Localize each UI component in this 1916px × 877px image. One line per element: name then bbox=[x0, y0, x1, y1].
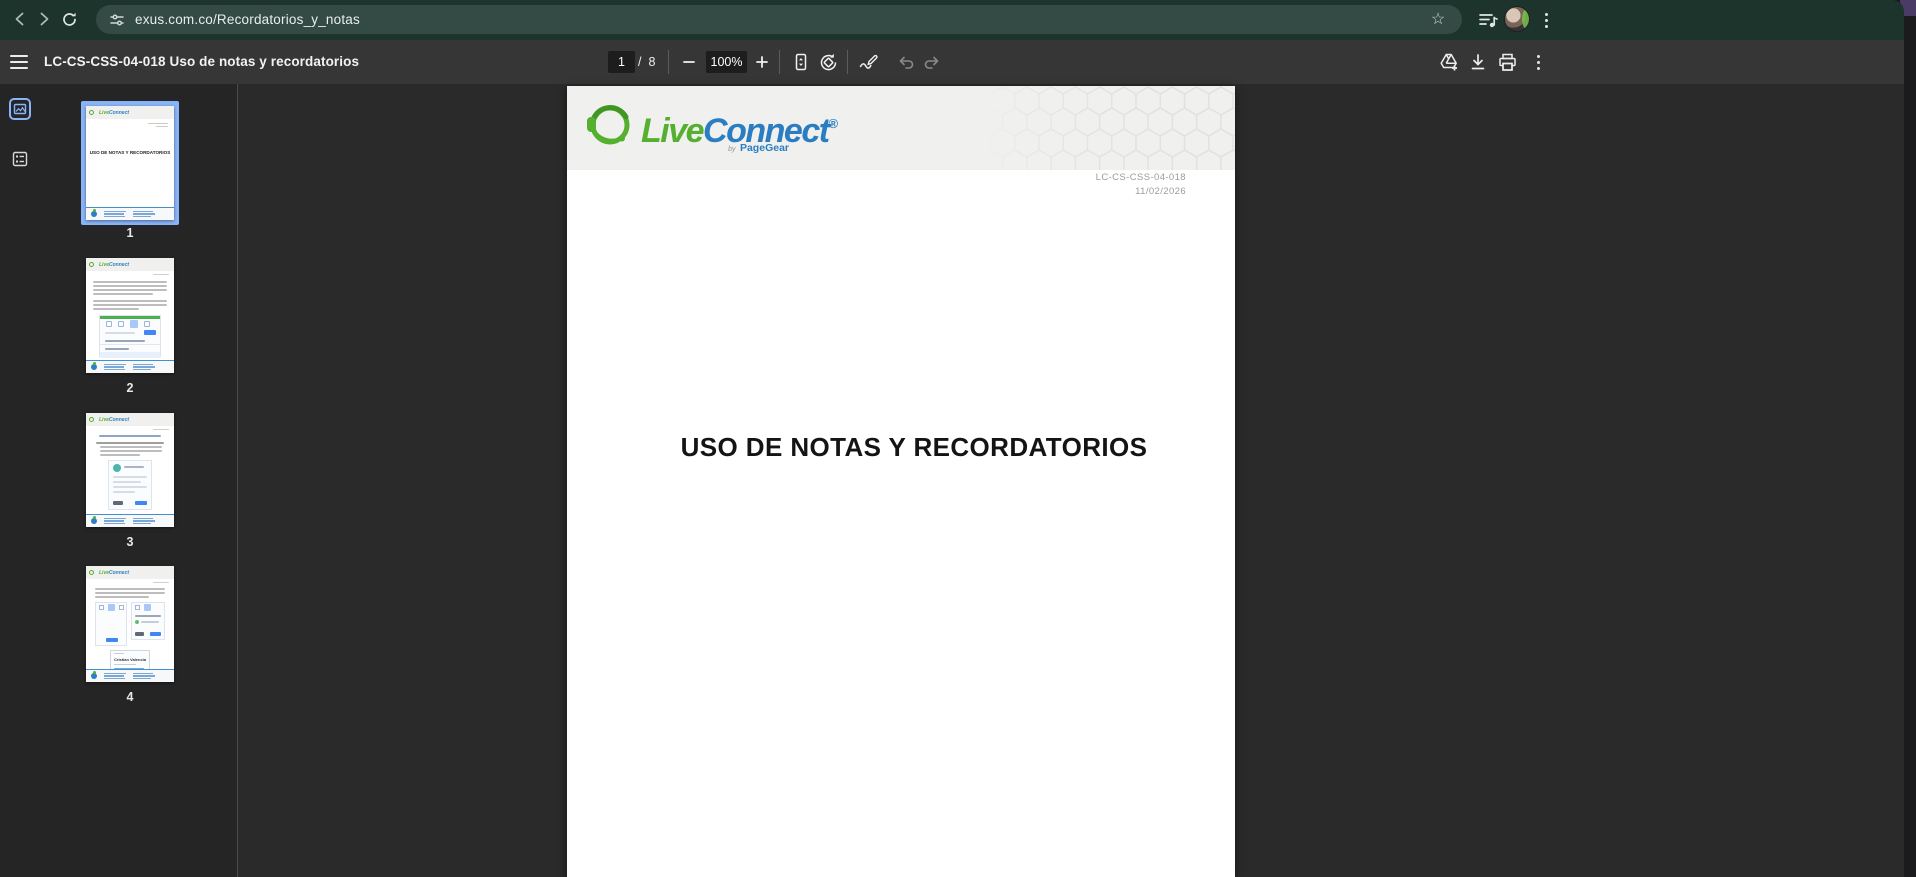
zoom-in-button[interactable] bbox=[751, 51, 773, 73]
browser-menu-kebab-icon[interactable] bbox=[1538, 8, 1554, 32]
page-count: / 8 bbox=[638, 55, 656, 69]
document-outline-icon[interactable] bbox=[11, 150, 29, 168]
pdf-toolbar: LC-CS-CSS-04-018 Uso de notas y recordat… bbox=[0, 40, 1904, 84]
thumbnail-label-2: 2 bbox=[126, 381, 134, 395]
thumbnail-label-1: 1 bbox=[126, 226, 134, 240]
document-meta: LC-CS-CSS-04-018 11/02/2026 bbox=[1096, 171, 1186, 199]
thumbnail-label-3: 3 bbox=[126, 535, 134, 549]
thumbnail-page-4[interactable]: LiveConnect Cristian Valencia bbox=[86, 566, 174, 682]
hexagon-pattern bbox=[989, 86, 1235, 170]
back-button[interactable] bbox=[8, 7, 32, 31]
document-area: LiveConnect® by PageGear LC-CS-CSS-04-01… bbox=[239, 84, 1904, 877]
site-settings-icon[interactable] bbox=[108, 11, 126, 29]
document-main-title: USO DE NOTAS Y RECORDATORIOS bbox=[680, 432, 1148, 462]
url-text[interactable]: exus.com.co/Recordatorios_y_notas bbox=[135, 12, 360, 27]
thumbnail-page-2[interactable]: LiveConnect bbox=[86, 258, 174, 373]
zoom-out-button[interactable] bbox=[678, 51, 700, 73]
document-date: 11/02/2026 bbox=[1135, 186, 1186, 197]
thumbnail-page-1[interactable]: LiveConnect USO DE NOTAS Y RECORDATORIOS bbox=[86, 106, 174, 220]
page-number-input[interactable]: 1 bbox=[608, 51, 635, 73]
save-to-drive-icon[interactable] bbox=[1438, 51, 1460, 73]
profile-avatar[interactable] bbox=[1504, 6, 1530, 32]
forward-button[interactable] bbox=[32, 7, 56, 31]
thumb1-mini-title: USO DE NOTAS Y RECORDATORIOS bbox=[89, 150, 171, 156]
browser-topbar: exus.com.co/Recordatorios_y_notas ☆ bbox=[0, 0, 1904, 40]
thumbnails-view-icon[interactable] bbox=[9, 98, 31, 120]
undo-button[interactable] bbox=[895, 51, 917, 73]
bookmark-star-icon[interactable]: ☆ bbox=[1428, 10, 1448, 30]
print-icon[interactable] bbox=[1496, 51, 1518, 73]
pdf-viewer: LiveConnect USO DE NOTAS Y RECORDATORIOS… bbox=[0, 84, 1904, 877]
media-controls-icon[interactable] bbox=[1477, 9, 1499, 31]
headset-logo-icon bbox=[587, 105, 630, 145]
logo-byline: by PageGear bbox=[728, 142, 789, 154]
document-page-1: LiveConnect® by PageGear LC-CS-CSS-04-01… bbox=[567, 86, 1235, 877]
annotate-pen-icon[interactable] bbox=[857, 51, 879, 73]
background-window-edge bbox=[1904, 16, 1916, 877]
document-code: LC-CS-CSS-04-018 bbox=[1095, 172, 1186, 183]
thumb4-card-name: Cristian Valencia bbox=[114, 657, 147, 662]
browser-window: exus.com.co/Recordatorios_y_notas ☆ LC-C… bbox=[0, 0, 1904, 877]
thumbnail-label-4: 4 bbox=[126, 690, 134, 704]
pdf-menu-icon[interactable] bbox=[10, 53, 28, 71]
rotate-button[interactable] bbox=[817, 51, 839, 73]
fit-page-button[interactable] bbox=[790, 51, 812, 73]
reload-button[interactable] bbox=[57, 7, 81, 31]
page-header-band: LiveConnect® by PageGear bbox=[567, 86, 1235, 170]
document-title: LC-CS-CSS-04-018 Uso de notas y recordat… bbox=[44, 54, 360, 69]
download-icon[interactable] bbox=[1467, 51, 1489, 73]
thumbnail-sidebar: LiveConnect USO DE NOTAS Y RECORDATORIOS… bbox=[0, 84, 238, 877]
pdf-more-kebab-icon[interactable] bbox=[1531, 50, 1545, 74]
url-bar[interactable]: exus.com.co/Recordatorios_y_notas ☆ bbox=[96, 5, 1462, 34]
redo-button[interactable] bbox=[921, 51, 943, 73]
zoom-level[interactable]: 100% bbox=[706, 51, 747, 73]
thumbnail-page-3[interactable]: LiveConnect bbox=[86, 413, 174, 527]
